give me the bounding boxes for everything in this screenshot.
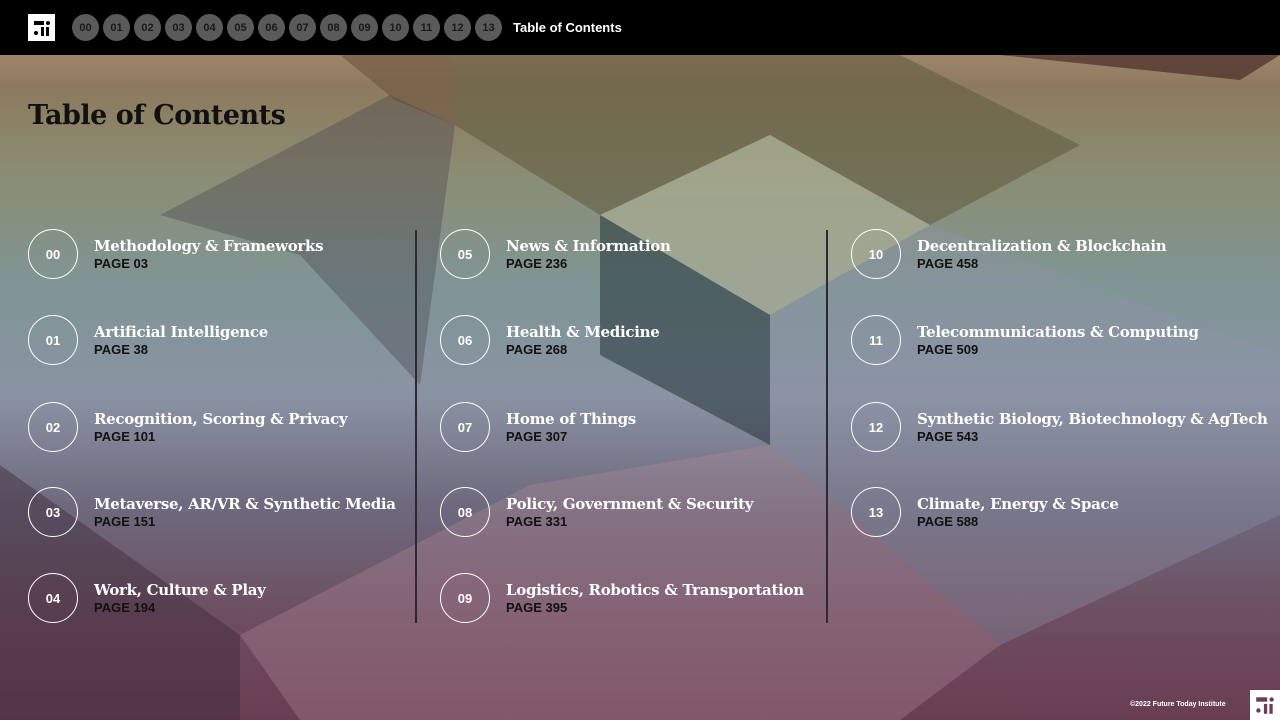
section-page: PAGE 588 bbox=[917, 514, 979, 529]
section-page: PAGE 458 bbox=[917, 256, 979, 271]
nav-section-04[interactable]: 04 bbox=[196, 14, 223, 41]
section-number-badge: 12 bbox=[851, 402, 901, 452]
nav-section-01[interactable]: 01 bbox=[103, 14, 130, 41]
section-nav: 00 01 02 03 04 05 06 07 08 09 10 11 12 13 bbox=[72, 14, 502, 41]
nav-section-06[interactable]: 06 bbox=[258, 14, 285, 41]
fti-logo-icon bbox=[1250, 690, 1280, 720]
toc-item-03[interactable]: 03 Metaverse, AR/VR & Synthetic Media PAGE… bbox=[28, 487, 396, 537]
toc-item-02[interactable]: 02 Recognition, Scoring & Privacy PAGE 101 bbox=[28, 402, 348, 452]
nav-current-title[interactable]: Table of Contents bbox=[513, 20, 622, 35]
toc-item-08[interactable]: 08 Policy, Government & Security PAGE 331 bbox=[440, 487, 754, 537]
toc-item-12[interactable]: 12 Synthetic Biology, Biotechnology & AgT… bbox=[851, 402, 1268, 452]
nav-section-00[interactable]: 00 bbox=[72, 14, 99, 41]
section-number-badge: 01 bbox=[28, 315, 78, 365]
nav-section-09[interactable]: 09 bbox=[351, 14, 378, 41]
section-number-badge: 04 bbox=[28, 573, 78, 623]
column-divider bbox=[826, 230, 828, 623]
section-page: PAGE 395 bbox=[506, 600, 568, 615]
nav-section-08[interactable]: 08 bbox=[320, 14, 347, 41]
toc-item-00[interactable]: 00 Methodology & Frameworks PAGE 03 bbox=[28, 229, 324, 279]
section-title: Home of Things bbox=[506, 410, 636, 428]
section-page: PAGE 101 bbox=[94, 429, 156, 444]
section-page: PAGE 331 bbox=[506, 514, 568, 529]
section-page: PAGE 03 bbox=[94, 256, 148, 271]
nav-section-03[interactable]: 03 bbox=[165, 14, 192, 41]
section-title: Metaverse, AR/VR & Synthetic Media bbox=[94, 495, 396, 513]
section-page: PAGE 151 bbox=[94, 514, 156, 529]
section-number-badge: 02 bbox=[28, 402, 78, 452]
section-title: News & Information bbox=[506, 237, 671, 255]
toc-item-07[interactable]: 07 Home of Things PAGE 307 bbox=[440, 402, 636, 452]
section-page: PAGE 268 bbox=[506, 342, 568, 357]
nav-section-13[interactable]: 13 bbox=[475, 14, 502, 41]
nav-section-12[interactable]: 12 bbox=[444, 14, 471, 41]
section-page: PAGE 38 bbox=[94, 342, 148, 357]
section-title: Work, Culture & Play bbox=[94, 581, 266, 599]
section-number-badge: 09 bbox=[440, 573, 490, 623]
section-page: PAGE 236 bbox=[506, 256, 568, 271]
section-title: Synthetic Biology, Biotechnology & AgTec… bbox=[917, 410, 1268, 428]
section-title: Logistics, Robotics & Transportation bbox=[506, 581, 804, 599]
nav-section-11[interactable]: 11 bbox=[413, 14, 440, 41]
toc-item-06[interactable]: 06 Health & Medicine PAGE 268 bbox=[440, 315, 660, 365]
section-title: Climate, Energy & Space bbox=[917, 495, 1119, 513]
nav-section-10[interactable]: 10 bbox=[382, 14, 409, 41]
section-page: PAGE 543 bbox=[917, 429, 979, 444]
top-nav-bar: 00 01 02 03 04 05 06 07 08 09 10 11 12 13 Table of Co… bbox=[0, 0, 1280, 55]
nav-section-07[interactable]: 07 bbox=[289, 14, 316, 41]
copyright: ©2022 Future Today Institute bbox=[1130, 701, 1226, 708]
section-number-badge: 06 bbox=[440, 315, 490, 365]
section-title: Telecommunications & Computing bbox=[917, 323, 1199, 341]
section-title: Artificial Intelligence bbox=[94, 323, 268, 341]
section-title: Health & Medicine bbox=[506, 323, 660, 341]
toc-item-10[interactable]: 10 Decentralization & Blockchain PAGE 458 bbox=[851, 229, 1167, 279]
section-number-badge: 11 bbox=[851, 315, 901, 365]
toc-item-11[interactable]: 11 Telecommunications & Computing PAGE 509 bbox=[851, 315, 1199, 365]
section-number-badge: 08 bbox=[440, 487, 490, 537]
section-title: Recognition, Scoring & Privacy bbox=[94, 410, 348, 428]
section-title: Methodology & Frameworks bbox=[94, 237, 324, 255]
toc-item-01[interactable]: 01 Artificial Intelligence PAGE 38 bbox=[28, 315, 268, 365]
section-number-badge: 05 bbox=[440, 229, 490, 279]
section-number-badge: 10 bbox=[851, 229, 901, 279]
section-page: PAGE 509 bbox=[917, 342, 979, 357]
section-number-badge: 03 bbox=[28, 487, 78, 537]
nav-section-05[interactable]: 05 bbox=[227, 14, 254, 41]
section-number-badge: 07 bbox=[440, 402, 490, 452]
section-title: Decentralization & Blockchain bbox=[917, 237, 1167, 255]
toc-item-05[interactable]: 05 News & Information PAGE 236 bbox=[440, 229, 671, 279]
toc-item-09[interactable]: 09 Logistics, Robotics & Transportation PA… bbox=[440, 573, 804, 623]
section-page: PAGE 194 bbox=[94, 600, 156, 615]
toc-item-04[interactable]: 04 Work, Culture & Play PAGE 194 bbox=[28, 573, 266, 623]
column-divider bbox=[415, 230, 417, 623]
section-number-badge: 00 bbox=[28, 229, 78, 279]
section-title: Policy, Government & Security bbox=[506, 495, 754, 513]
section-number-badge: 13 bbox=[851, 487, 901, 537]
toc-item-13[interactable]: 13 Climate, Energy & Space PAGE 588 bbox=[851, 487, 1119, 537]
page-title: Table of Contents bbox=[28, 100, 286, 131]
nav-section-02[interactable]: 02 bbox=[134, 14, 161, 41]
fti-logo-icon[interactable] bbox=[28, 14, 55, 41]
section-page: PAGE 307 bbox=[506, 429, 568, 444]
